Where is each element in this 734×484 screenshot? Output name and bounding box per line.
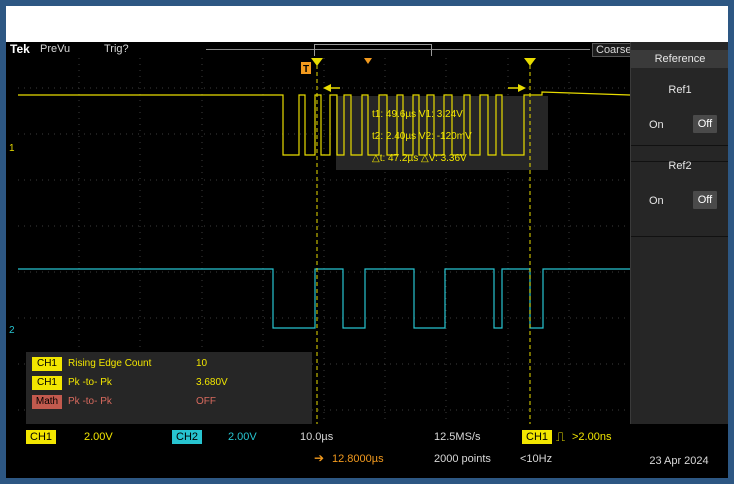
ch2-button[interactable]: CH2 xyxy=(172,430,203,444)
cursor-readout-line3: △t: 47.2µs △V: 3.36V xyxy=(372,153,467,164)
measurement-row[interactable]: CH1 Rising Edge Count 10 xyxy=(26,355,312,373)
ref1-label: Ref1 xyxy=(668,84,692,96)
ch1-vertical-scale[interactable]: 2.00V xyxy=(84,431,113,443)
brand-logo: Tek xyxy=(10,42,30,56)
date-text: 23 Apr 2024 xyxy=(649,455,709,467)
cursor-t2-handle xyxy=(311,58,323,66)
trigger-status: Trig? xyxy=(104,43,129,55)
trigger-time-marker xyxy=(364,58,372,64)
trigger-condition[interactable]: >2.00ns xyxy=(572,431,611,443)
acquisition-mode: PreVu xyxy=(40,43,71,55)
reference-panel-title: Reference xyxy=(631,50,728,68)
ref2-label: Ref2 xyxy=(668,160,692,172)
ref1-off-button[interactable]: Off xyxy=(693,115,717,133)
sample-rate[interactable]: 12.5MS/s xyxy=(434,431,480,443)
measurement-row[interactable]: Math Pk -to- Pk OFF xyxy=(26,393,312,411)
scope-display: Tek PreVu Trig? Coarse T 1 2 t1: 49.6µs … xyxy=(6,42,728,478)
reference-panel: Reference Ref1 On Off Ref2 On Off xyxy=(630,42,728,478)
coarse-button[interactable]: Coarse xyxy=(592,43,636,57)
measurement-value: 3.680V xyxy=(196,377,228,388)
status-bar: Tek PreVu Trig? Coarse xyxy=(6,42,636,58)
measurement-source-badge: CH1 xyxy=(32,376,62,390)
cursor-t1-handle xyxy=(524,58,536,66)
ch1-button[interactable]: CH1 xyxy=(26,430,57,444)
ch1-label: 1 xyxy=(9,143,15,154)
measurement-row[interactable]: CH1 Pk -to- Pk 3.680V xyxy=(26,374,312,392)
top-blank-area xyxy=(6,6,728,42)
svg-text:T: T xyxy=(303,64,309,75)
record-length[interactable]: 2000 points xyxy=(434,453,491,465)
cursor-left-arrow xyxy=(323,84,331,92)
measurement-source-badge: CH1 xyxy=(32,357,62,371)
measurement-label: Rising Edge Count xyxy=(68,358,152,369)
settings-bar: CH1 2.00V CH2 2.00V 10.0µs 12.5MS/s CH1 … xyxy=(6,424,630,478)
oscilloscope-window: Tek PreVu Trig? Coarse T 1 2 t1: 49.6µs … xyxy=(0,0,734,484)
ch2-vertical-scale[interactable]: 2.00V xyxy=(228,431,257,443)
trigger-frequency: <10Hz xyxy=(520,453,553,465)
date-display: 23 Apr 2024 xyxy=(630,424,728,478)
measurement-value: OFF xyxy=(196,396,216,407)
ref2-block: Ref2 On Off xyxy=(631,145,728,237)
measurement-label: Pk -to- Pk xyxy=(68,396,112,407)
ref2-off-button[interactable]: Off xyxy=(693,191,717,209)
cursor-right-arrow xyxy=(518,84,526,92)
cursor-readout-line1: t1: 49.6µs V1: 3.24V xyxy=(372,109,463,120)
cursor-readout-line2: t2: 2.40µs V2: -120mV xyxy=(372,131,472,142)
trigger-source-button[interactable]: CH1 xyxy=(522,430,553,444)
ref2-on-button[interactable]: On xyxy=(649,195,664,207)
record-view-window[interactable] xyxy=(314,44,432,56)
pulse-width-icon: ⎍ xyxy=(556,429,566,444)
ch2-label: 2 xyxy=(9,325,15,336)
measurement-value: 10 xyxy=(196,358,208,369)
ref1-on-button[interactable]: On xyxy=(649,119,664,131)
horizontal-scale[interactable]: 10.0µs xyxy=(300,431,333,443)
horizontal-delay[interactable]: 12.8000µs xyxy=(332,453,384,465)
measurement-source-badge: Math xyxy=(32,395,62,409)
measurement-panel: CH1 Rising Edge Count 10 CH1 Pk -to- Pk … xyxy=(26,352,312,424)
delay-arrow-icon: ➔ xyxy=(314,451,325,465)
measurement-label: Pk -to- Pk xyxy=(68,377,112,388)
